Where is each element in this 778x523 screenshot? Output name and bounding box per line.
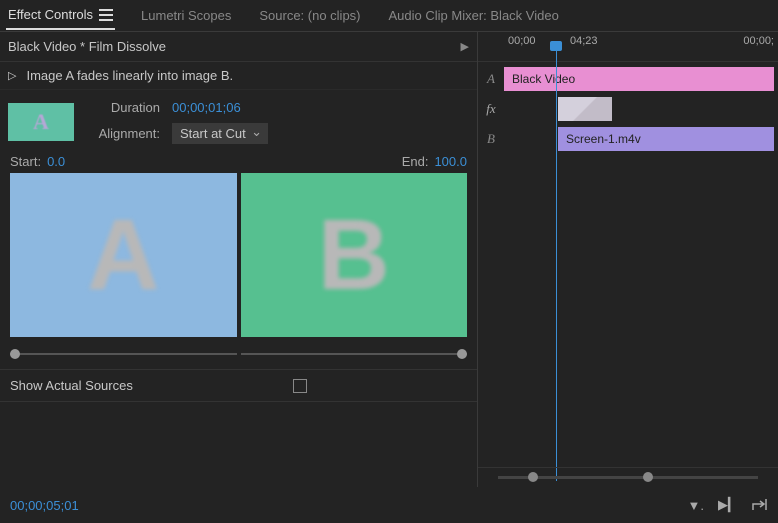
show-sources-label: Show Actual Sources (10, 378, 133, 393)
timeline-zoom-bar[interactable] (478, 467, 778, 487)
tab-effect-controls[interactable]: Effect Controls (6, 1, 115, 30)
end-label: End: (402, 154, 429, 169)
play-icon[interactable]: ▶ (461, 40, 469, 53)
step-icon[interactable]: ▶▎ (718, 497, 738, 513)
track-a-label: A (478, 71, 504, 87)
play-transition-icon[interactable]: ▷ (8, 69, 16, 82)
preview-b: B (241, 173, 468, 337)
duration-value[interactable]: 00;00;01;06 (172, 100, 241, 115)
start-slider[interactable] (10, 347, 237, 361)
effect-description: Image A fades linearly into image B. (26, 68, 233, 83)
tab-lumetri-scopes[interactable]: Lumetri Scopes (139, 2, 233, 29)
transition-thumbnail: A (8, 103, 74, 141)
preview-a: A (10, 173, 237, 337)
clip-black-video[interactable]: Black Video (504, 67, 774, 91)
effect-title-bar: Black Video * Film Dissolve ▶ (0, 32, 477, 62)
end-value[interactable]: 100.0 (434, 154, 467, 169)
effect-description-row: ▷ Image A fades linearly into image B. (0, 62, 477, 90)
clip-screen-1[interactable]: Screen-1.m4v (558, 127, 774, 151)
transition-clip[interactable] (558, 97, 612, 121)
start-label: Start: (10, 154, 41, 169)
slider-thumb[interactable] (10, 349, 20, 359)
alignment-dropdown[interactable]: Start at Cut (172, 123, 268, 144)
ruler-tc: 00;00 (508, 35, 536, 47)
fx-track-label: fx (478, 101, 504, 117)
tab-source[interactable]: Source: (no clips) (257, 2, 362, 29)
effect-title: Black Video * Film Dissolve (8, 39, 166, 54)
track-b-label: B (478, 131, 504, 147)
current-timecode[interactable]: 00;00;05;01 (10, 498, 79, 513)
export-icon[interactable] (752, 497, 768, 514)
menu-icon[interactable] (99, 9, 113, 21)
filter-icon[interactable]: ▼. (688, 498, 704, 513)
mini-timeline: 00;00 04;23 00;00; A Black Video fx B Sc… (478, 32, 778, 487)
tab-audio-mixer[interactable]: Audio Clip Mixer: Black Video (387, 2, 561, 29)
show-sources-checkbox[interactable] (293, 379, 307, 393)
zoom-handle-left[interactable] (528, 472, 538, 482)
footer-bar: 00;00;05;01 ▼. ▶▎ (0, 487, 778, 523)
duration-label: Duration (88, 100, 160, 115)
ruler-tc: 04;23 (570, 35, 598, 47)
slider-thumb[interactable] (457, 349, 467, 359)
panel-tabs: Effect Controls Lumetri Scopes Source: (… (0, 0, 778, 32)
effect-controls-panel: Black Video * Film Dissolve ▶ ▷ Image A … (0, 32, 478, 487)
end-slider[interactable] (241, 347, 468, 361)
alignment-label: Alignment: (88, 126, 160, 141)
tab-label: Effect Controls (8, 7, 93, 22)
ruler-tc: 00;00; (743, 35, 774, 47)
start-value[interactable]: 0.0 (47, 154, 65, 169)
timeline-ruler[interactable]: 00;00 04;23 00;00; (478, 32, 778, 62)
playhead[interactable] (556, 46, 557, 481)
zoom-handle-right[interactable] (643, 472, 653, 482)
